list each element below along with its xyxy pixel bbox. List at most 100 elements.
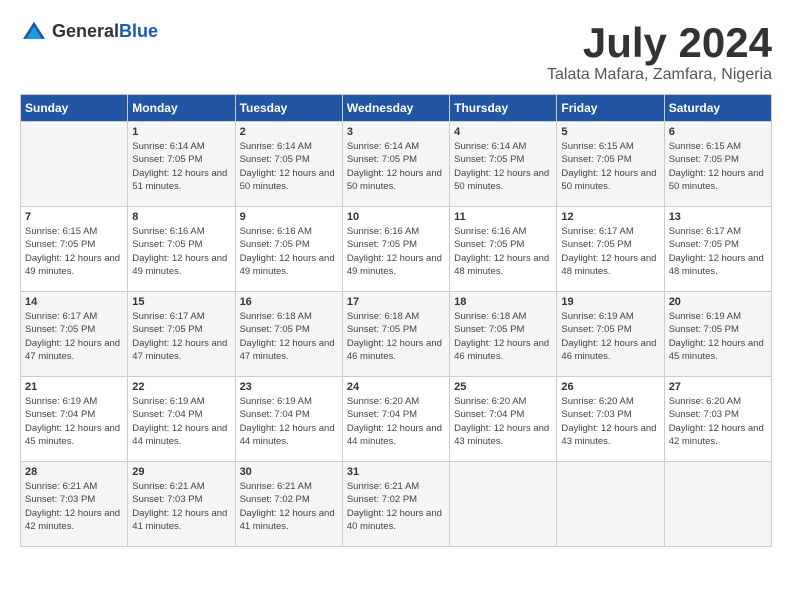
calendar-cell: 5Sunrise: 6:15 AMSunset: 7:05 PMDaylight… [557,122,664,207]
calendar-cell: 12 Sunrise: 6:17 AMSunset: 7:05 PMDayligh… [557,207,664,292]
day-info: Sunrise: 6:14 AMSunset: 7:05 PMDaylight:… [240,140,338,193]
day-number: 18 [454,296,552,308]
day-info: Sunrise: 6:19 AMSunset: 7:04 PMDaylight:… [25,395,123,448]
day-number: 21 [25,381,123,393]
day-number: 22 [132,381,230,393]
day-number: 9 [240,211,338,223]
day-info: Sunrise: 6:14 AMSunset: 7:05 PMDaylight:… [454,140,552,193]
calendar-cell: 20 Sunrise: 6:19 AMSunset: 7:05 PMDayligh… [664,292,771,377]
day-info: Sunrise: 6:19 AMSunset: 7:05 PMDaylight:… [561,310,659,363]
day-info: Sunrise: 6:19 AMSunset: 7:04 PMDaylight:… [132,395,230,448]
calendar-cell [21,122,128,207]
column-header-friday: Friday [557,95,664,122]
day-info: Sunrise: 6:18 AMSunset: 7:05 PMDaylight:… [454,310,552,363]
calendar-cell: 14 Sunrise: 6:17 AMSunset: 7:05 PMDayligh… [21,292,128,377]
logo-blue: Blue [119,21,158,41]
day-info: Sunrise: 6:16 AMSunset: 7:05 PMDaylight:… [454,225,552,278]
day-info: Sunrise: 6:19 AMSunset: 7:04 PMDaylight:… [240,395,338,448]
calendar-cell: 23 Sunrise: 6:19 AMSunset: 7:04 PMDayligh… [235,377,342,462]
calendar-cell: 4 Sunrise: 6:14 AMSunset: 7:05 PMDaylight… [450,122,557,207]
day-info: Sunrise: 6:19 AMSunset: 7:05 PMDaylight:… [669,310,767,363]
day-number: 4 [454,126,552,138]
day-number: 19 [561,296,659,308]
column-header-thursday: Thursday [450,95,557,122]
day-number: 20 [669,296,767,308]
day-info: Sunrise: 6:20 AMSunset: 7:04 PMDaylight:… [347,395,445,448]
calendar-cell [664,462,771,547]
day-number: 1 [132,126,230,138]
day-number: 15 [132,296,230,308]
calendar-cell: 22 Sunrise: 6:19 AMSunset: 7:04 PMDayligh… [128,377,235,462]
day-number: 31 [347,466,445,478]
day-number: 13 [669,211,767,223]
calendar-cell: 30Sunrise: 6:21 AMSunset: 7:02 PMDayligh… [235,462,342,547]
day-number: 7 [25,211,123,223]
calendar-cell [450,462,557,547]
day-info: Sunrise: 6:20 AMSunset: 7:03 PMDaylight:… [669,395,767,448]
calendar-cell: 27 Sunrise: 6:20 AMSunset: 7:03 PMDayligh… [664,377,771,462]
logo-general: General [52,21,119,41]
day-number: 27 [669,381,767,393]
calendar-cell: 7 Sunrise: 6:15 AMSunset: 7:05 PMDaylight… [21,207,128,292]
day-info: Sunrise: 6:18 AMSunset: 7:05 PMDaylight:… [240,310,338,363]
calendar-cell: 3 Sunrise: 6:14 AMSunset: 7:05 PMDaylight… [342,122,449,207]
day-info: Sunrise: 6:14 AMSunset: 7:05 PMDaylight:… [347,140,445,193]
week-row-2: 7 Sunrise: 6:15 AMSunset: 7:05 PMDaylight… [21,207,772,292]
week-row-3: 14 Sunrise: 6:17 AMSunset: 7:05 PMDayligh… [21,292,772,377]
column-header-sunday: Sunday [21,95,128,122]
column-header-tuesday: Tuesday [235,95,342,122]
day-info: Sunrise: 6:15 AMSunset: 7:05 PMDaylight:… [561,140,659,193]
day-number: 24 [347,381,445,393]
day-info: Sunrise: 6:21 AMSunset: 7:02 PMDaylight:… [240,480,338,533]
day-number: 28 [25,466,123,478]
day-number: 12 [561,211,659,223]
day-info: Sunrise: 6:14 AMSunset: 7:05 PMDaylight:… [132,140,230,193]
day-number: 8 [132,211,230,223]
calendar-cell: 2 Sunrise: 6:14 AMSunset: 7:05 PMDaylight… [235,122,342,207]
day-info: Sunrise: 6:17 AMSunset: 7:05 PMDaylight:… [132,310,230,363]
calendar-cell: 29 Sunrise: 6:21 AMSunset: 7:03 PMDayligh… [128,462,235,547]
day-number: 2 [240,126,338,138]
calendar-cell: 13Sunrise: 6:17 AMSunset: 7:05 PMDayligh… [664,207,771,292]
logo-text: GeneralBlue [52,21,158,42]
day-number: 26 [561,381,659,393]
day-number: 10 [347,211,445,223]
calendar-cell: 15 Sunrise: 6:17 AMSunset: 7:05 PMDayligh… [128,292,235,377]
day-number: 16 [240,296,338,308]
day-number: 6 [669,126,767,138]
calendar-table: SundayMondayTuesdayWednesdayThursdayFrid… [20,94,772,547]
day-number: 23 [240,381,338,393]
calendar-cell: 11 Sunrise: 6:16 AMSunset: 7:05 PMDayligh… [450,207,557,292]
calendar-cell: 24 Sunrise: 6:20 AMSunset: 7:04 PMDayligh… [342,377,449,462]
day-info: Sunrise: 6:21 AMSunset: 7:03 PMDaylight:… [132,480,230,533]
day-info: Sunrise: 6:17 AMSunset: 7:05 PMDaylight:… [561,225,659,278]
day-info: Sunrise: 6:21 AMSunset: 7:02 PMDaylight:… [347,480,445,533]
day-info: Sunrise: 6:18 AMSunset: 7:05 PMDaylight:… [347,310,445,363]
column-header-saturday: Saturday [664,95,771,122]
calendar-cell: 26Sunrise: 6:20 AMSunset: 7:03 PMDayligh… [557,377,664,462]
page-header: GeneralBlue July 2024 Talata Mafara, Zam… [20,20,772,84]
day-number: 11 [454,211,552,223]
column-header-monday: Monday [128,95,235,122]
calendar-cell: 17 Sunrise: 6:18 AMSunset: 7:05 PMDayligh… [342,292,449,377]
day-info: Sunrise: 6:17 AMSunset: 7:05 PMDaylight:… [25,310,123,363]
week-row-5: 28 Sunrise: 6:21 AMSunset: 7:03 PMDayligh… [21,462,772,547]
calendar-cell: 31 Sunrise: 6:21 AMSunset: 7:02 PMDayligh… [342,462,449,547]
day-number: 29 [132,466,230,478]
calendar-cell: 8Sunrise: 6:16 AMSunset: 7:05 PMDaylight… [128,207,235,292]
logo-icon [20,20,48,42]
day-number: 3 [347,126,445,138]
title-location: Talata Mafara, Zamfara, Nigeria [547,66,772,84]
day-number: 17 [347,296,445,308]
day-number: 25 [454,381,552,393]
calendar-cell: 1 Sunrise: 6:14 AMSunset: 7:05 PMDaylight… [128,122,235,207]
calendar-cell: 10Sunrise: 6:16 AMSunset: 7:05 PMDayligh… [342,207,449,292]
day-info: Sunrise: 6:15 AMSunset: 7:05 PMDaylight:… [25,225,123,278]
logo: GeneralBlue [20,20,158,42]
header-row: SundayMondayTuesdayWednesdayThursdayFrid… [21,95,772,122]
week-row-1: 1 Sunrise: 6:14 AMSunset: 7:05 PMDaylight… [21,122,772,207]
week-row-4: 21 Sunrise: 6:19 AMSunset: 7:04 PMDayligh… [21,377,772,462]
day-number: 14 [25,296,123,308]
calendar-cell [557,462,664,547]
calendar-cell: 6Sunrise: 6:15 AMSunset: 7:05 PMDaylight… [664,122,771,207]
